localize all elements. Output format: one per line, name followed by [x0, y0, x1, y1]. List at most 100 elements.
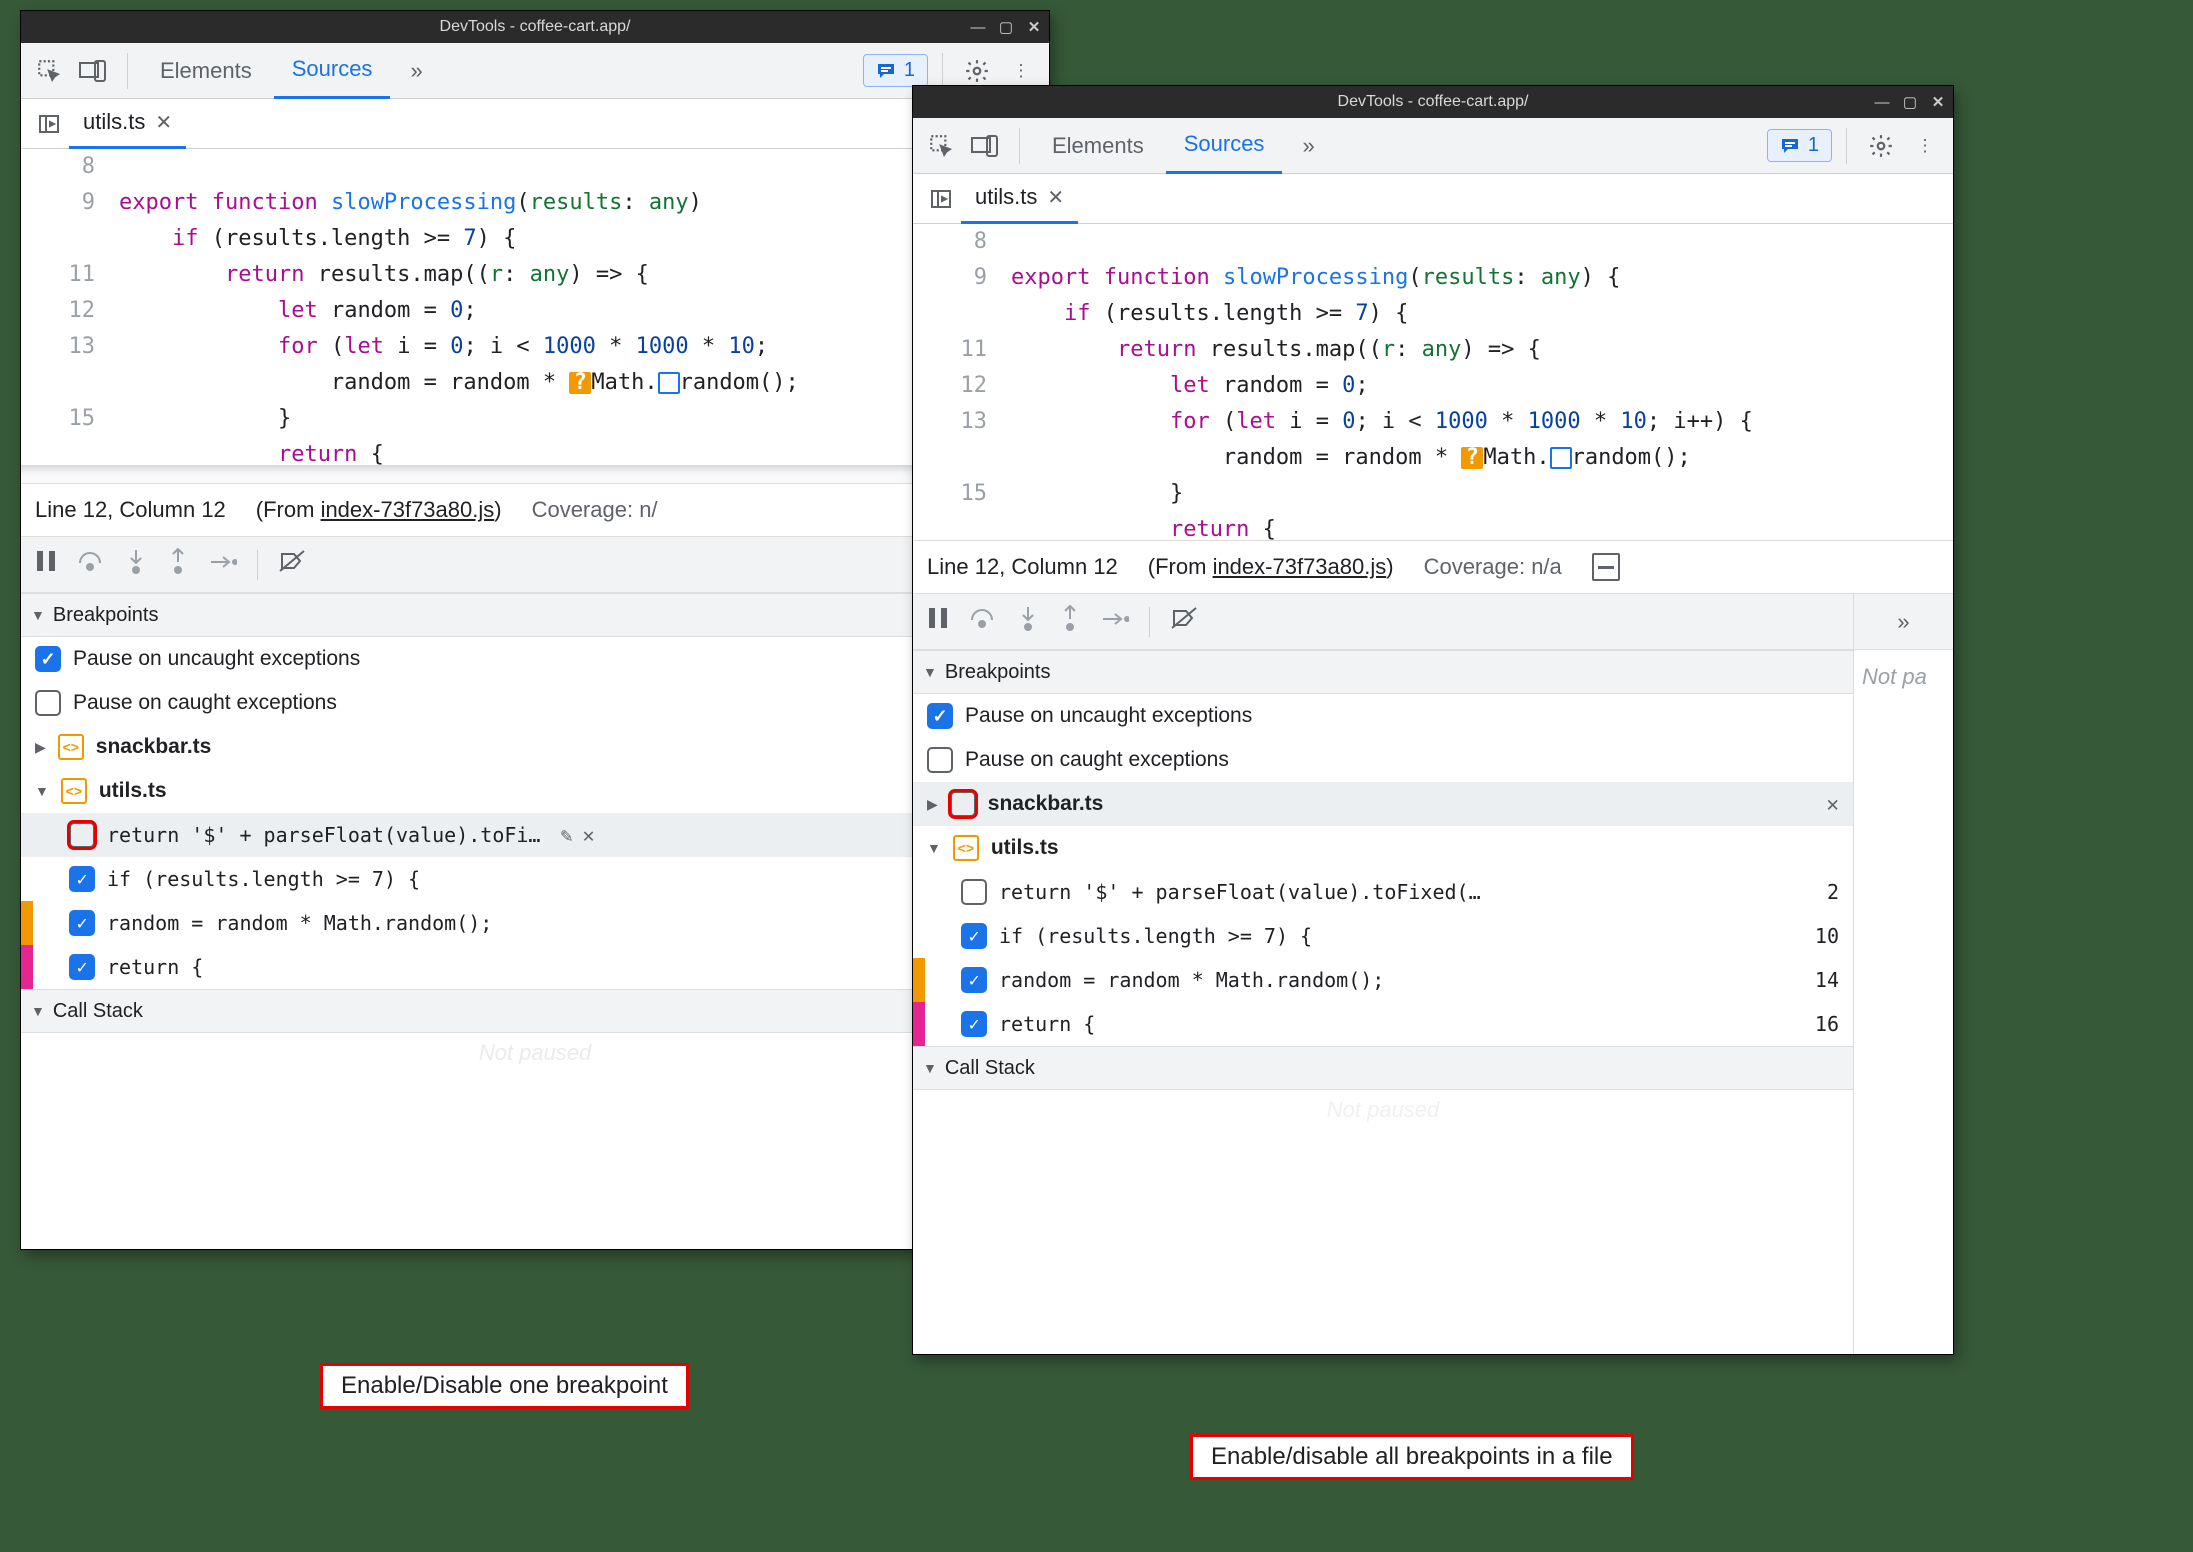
gear-icon[interactable] — [1861, 126, 1901, 166]
step-over-icon[interactable] — [969, 606, 997, 637]
step-out-icon[interactable] — [167, 548, 189, 581]
tab-elements[interactable]: Elements — [1034, 118, 1162, 174]
window-minimize-icon[interactable]: — — [969, 19, 987, 36]
kebab-icon[interactable]: ⋮ — [1905, 126, 1945, 166]
window-minimize-icon[interactable]: — — [1873, 94, 1891, 111]
window-title: DevTools - coffee-cart.app/ — [21, 18, 1049, 36]
bp-item-3[interactable]: random = random * Math.random(); 14 — [913, 958, 1853, 1002]
bp-file-utils[interactable]: ▼ <> utils.ts — [913, 826, 1853, 870]
file-tab-utils[interactable]: utils.ts ✕ — [961, 174, 1078, 224]
bp-item-1[interactable]: return '$' + parseFloat(value).toFixed(…… — [913, 870, 1853, 914]
message-icon — [876, 61, 896, 81]
file-tab-strip: utils.ts ✕ — [913, 174, 1953, 224]
bp-item-4[interactable]: return { 16 — [913, 1002, 1853, 1046]
tabs-more-icon[interactable]: » — [1286, 133, 1330, 159]
window-maximize-icon[interactable]: ▢ — [997, 18, 1015, 36]
navigator-toggle-icon[interactable] — [29, 104, 69, 144]
code-editor[interactable]: 8910111213?141516 export function slowPr… — [21, 149, 1049, 465]
file-tab-utils[interactable]: utils.ts ✕ — [69, 99, 186, 149]
issues-pill[interactable]: 1 — [1767, 129, 1832, 162]
chevron-down-icon: ▼ — [35, 783, 49, 799]
bp-file-snackbar[interactable]: ▶ snackbar.ts ✕ — [913, 782, 1853, 826]
checkbox-checked[interactable] — [35, 646, 61, 672]
step-into-icon[interactable] — [1017, 605, 1039, 638]
section-callstack[interactable]: ▼ Call Stack — [21, 989, 1049, 1033]
pause-uncaught-exceptions[interactable]: Pause on uncaught exceptions — [21, 637, 1049, 681]
deactivate-breakpoints-icon[interactable] — [1170, 606, 1200, 637]
file-tab-label: utils.ts — [83, 109, 145, 135]
checkbox-checked[interactable] — [961, 1011, 987, 1037]
close-icon[interactable]: ✕ — [1047, 185, 1064, 210]
tabs-more-icon[interactable]: » — [394, 58, 438, 84]
bp-file-snackbar[interactable]: ▶ <> snackbar.ts — [21, 725, 1049, 769]
bp-item-2[interactable]: if (results.length >= 7) { 10 — [913, 914, 1853, 958]
remove-icon[interactable]: ✕ — [1826, 792, 1839, 816]
step-icon[interactable] — [1101, 608, 1129, 636]
close-icon[interactable]: ✕ — [155, 110, 172, 135]
bp-item-4[interactable]: return { 16 — [21, 945, 1049, 989]
window-maximize-icon[interactable]: ▢ — [1901, 93, 1919, 111]
step-icon[interactable] — [209, 551, 237, 579]
device-toggle-icon[interactable] — [965, 126, 1005, 166]
window-title: DevTools - coffee-cart.app/ — [913, 93, 1953, 111]
section-breakpoints[interactable]: ▼ Breakpoints — [913, 650, 1853, 694]
cursor-position: Line 12, Column 12 — [35, 497, 226, 523]
checkbox-checked[interactable] — [69, 954, 95, 980]
bp-item-1[interactable]: return '$' + parseFloat(value).toFi… ✎ ✕… — [21, 813, 1049, 857]
chevron-down-icon: ▼ — [31, 1003, 45, 1019]
window-close-icon[interactable]: ✕ — [1929, 93, 1947, 111]
pause-caught-exceptions[interactable]: Pause on caught exceptions — [913, 738, 1853, 782]
status-bar: Line 12, Column 12 (From index-73f73a80.… — [913, 540, 1953, 594]
pause-caught-exceptions[interactable]: Pause on caught exceptions — [21, 681, 1049, 725]
checkbox-checked[interactable] — [961, 923, 987, 949]
pause-icon[interactable] — [35, 549, 57, 580]
main-toolbar: Elements Sources » 1 ⋮ — [21, 43, 1049, 99]
bp-item-3[interactable]: random = random * Math.random(); 14 — [21, 901, 1049, 945]
devtools-window-right: DevTools - coffee-cart.app/ — ▢ ✕ Elemen… — [912, 85, 1954, 1355]
debugger-toolbar — [913, 594, 1853, 650]
pause-icon[interactable] — [927, 606, 949, 637]
step-over-icon[interactable] — [77, 549, 105, 580]
file-tab-strip: utils.ts ✕ — [21, 99, 1049, 149]
checkbox-unchecked[interactable] — [950, 791, 976, 817]
bp-item-2[interactable]: if (results.length >= 7) { 10 — [21, 857, 1049, 901]
checkbox-unchecked[interactable] — [927, 747, 953, 773]
checkbox-checked[interactable] — [927, 703, 953, 729]
checkbox-checked[interactable] — [961, 967, 987, 993]
step-out-icon[interactable] — [1059, 605, 1081, 638]
not-paused-label: Not pa — [1854, 650, 1953, 704]
code-editor[interactable]: 8910111213?141516 export function slowPr… — [913, 224, 1953, 540]
checkbox-checked[interactable] — [69, 910, 95, 936]
remove-icon[interactable]: ✕ — [583, 823, 595, 847]
navigator-toggle-icon[interactable] — [921, 179, 961, 219]
pretty-print-icon[interactable] — [1592, 553, 1620, 581]
inspect-icon[interactable] — [29, 51, 69, 91]
section-breakpoints[interactable]: ▼ Breakpoints — [21, 593, 1049, 637]
checkbox-unchecked[interactable] — [69, 822, 95, 848]
device-toggle-icon[interactable] — [73, 51, 113, 91]
tabs-more-icon[interactable]: » — [1854, 594, 1953, 650]
sourcemap-link[interactable]: index-73f73a80.js — [321, 497, 495, 522]
section-callstack[interactable]: ▼ Call Stack — [913, 1046, 1853, 1090]
debugger-side-pane: » Not pa — [1853, 594, 1953, 1354]
tab-sources[interactable]: Sources — [274, 43, 391, 99]
window-close-icon[interactable]: ✕ — [1025, 18, 1043, 36]
checkbox-checked[interactable] — [69, 866, 95, 892]
chevron-down-icon: ▼ — [923, 664, 937, 680]
file-icon: <> — [61, 778, 87, 804]
tab-elements[interactable]: Elements — [142, 43, 270, 99]
chevron-right-icon: ▶ — [927, 796, 938, 813]
sourcemap-link[interactable]: index-73f73a80.js — [1213, 554, 1387, 579]
pause-uncaught-exceptions[interactable]: Pause on uncaught exceptions — [913, 694, 1853, 738]
chevron-down-icon: ▼ — [923, 1060, 937, 1076]
step-into-icon[interactable] — [125, 548, 147, 581]
issues-pill[interactable]: 1 — [863, 54, 928, 87]
inspect-icon[interactable] — [921, 126, 961, 166]
edit-icon[interactable]: ✎ — [560, 823, 572, 847]
bp-file-utils[interactable]: ▼ <> utils.ts — [21, 769, 1049, 813]
tab-sources[interactable]: Sources — [1166, 118, 1283, 174]
checkbox-unchecked[interactable] — [961, 879, 987, 905]
deactivate-breakpoints-icon[interactable] — [278, 549, 308, 580]
message-icon — [1780, 136, 1800, 156]
checkbox-unchecked[interactable] — [35, 690, 61, 716]
